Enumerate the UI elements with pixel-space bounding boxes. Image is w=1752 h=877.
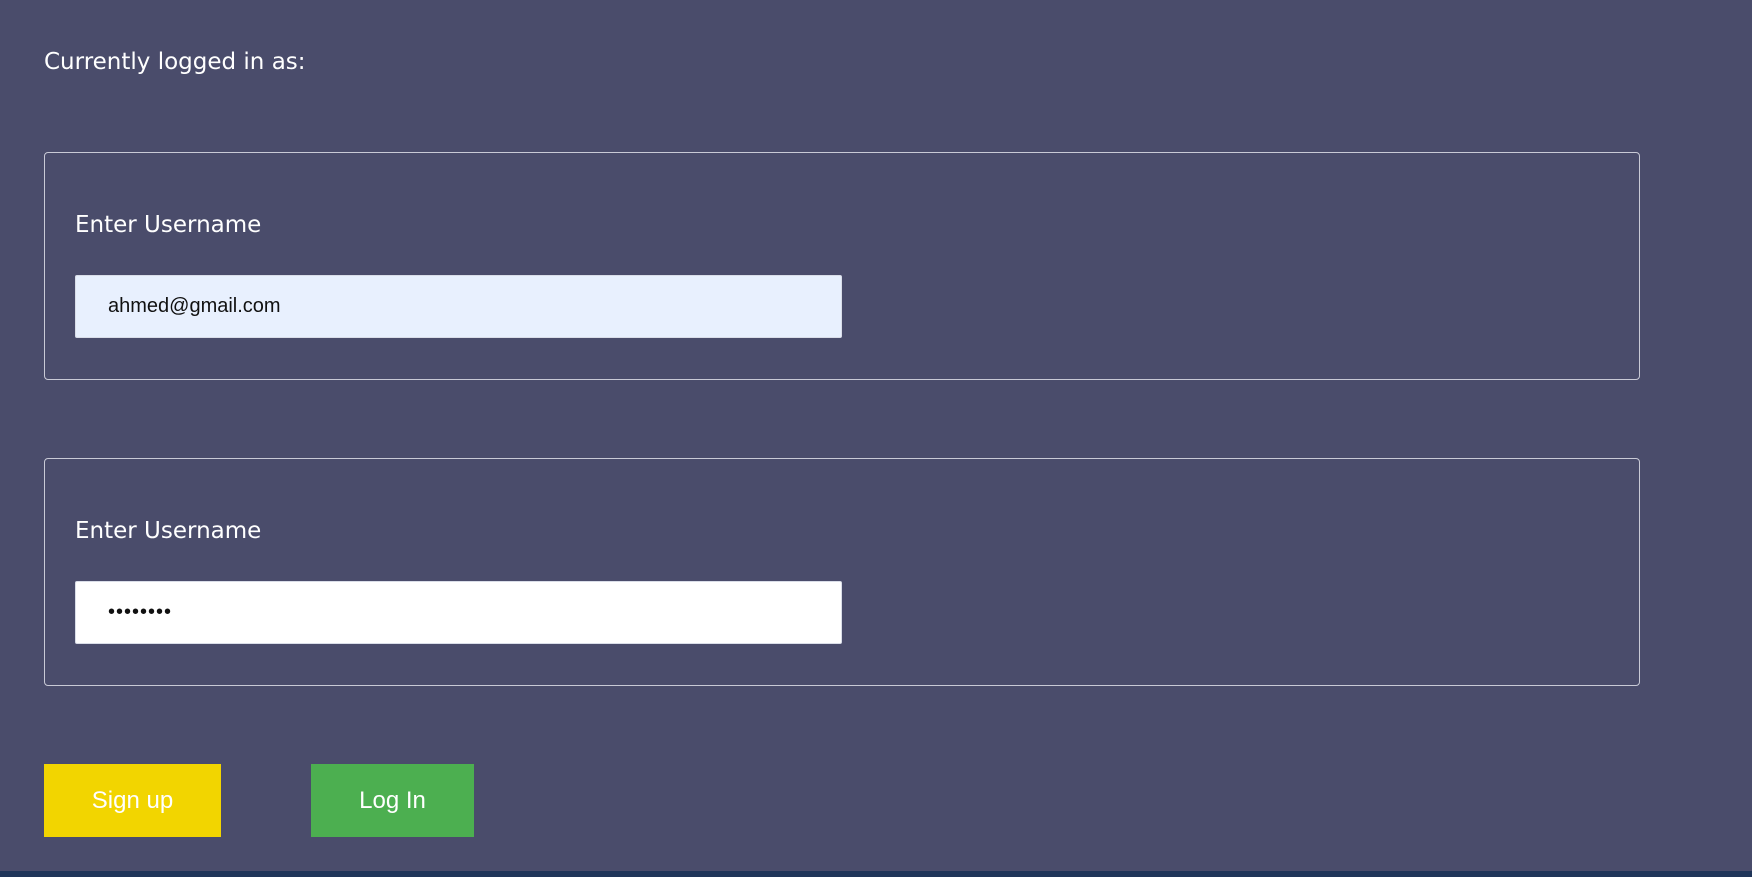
username-panel: Enter Username	[44, 152, 1640, 380]
logged-in-status: Currently logged in as:	[44, 49, 306, 75]
sign-up-button[interactable]: Sign up	[44, 764, 221, 837]
password-label: Enter Username	[75, 518, 262, 544]
bottom-bar	[0, 871, 1752, 877]
password-input[interactable]	[75, 581, 842, 644]
log-in-button[interactable]: Log In	[311, 764, 474, 837]
password-panel: Enter Username	[44, 458, 1640, 686]
username-label: Enter Username	[75, 212, 262, 238]
username-input[interactable]	[75, 275, 842, 338]
